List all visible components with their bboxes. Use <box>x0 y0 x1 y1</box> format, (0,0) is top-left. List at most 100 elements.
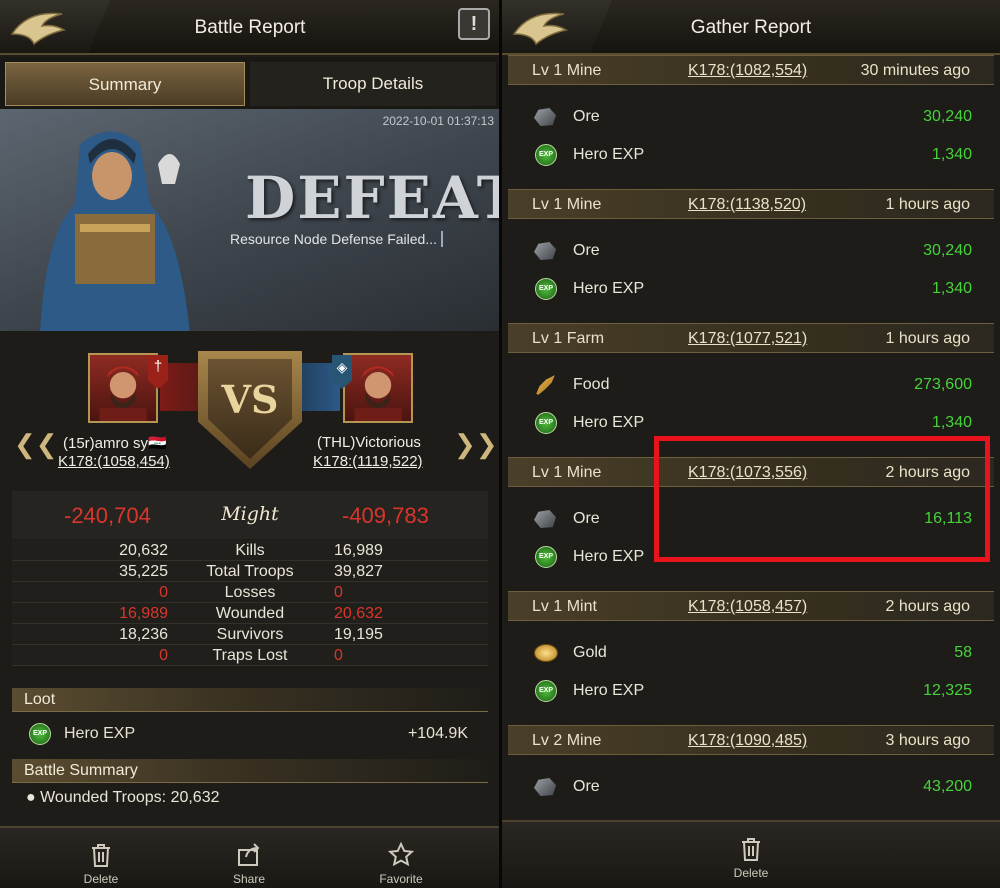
resource-row: Ore 30,240 <box>508 100 994 134</box>
alert-icon[interactable]: ! <box>458 8 490 40</box>
report-header[interactable]: Lv 2 Mine K178:(1090,485) 3 hours ago <box>508 725 994 755</box>
hero-exp-icon: EXP <box>535 546 557 568</box>
report-coords-link[interactable]: K178:(1090,485) <box>688 732 807 750</box>
report-time: 30 minutes ago <box>860 62 970 79</box>
battle-report-footer: Delete Share Favorite <box>0 826 500 888</box>
stat-row: 16,989 Wounded 20,632 <box>12 603 488 624</box>
delete-button[interactable]: Delete <box>716 836 786 880</box>
stat-label: Losses <box>224 584 276 601</box>
report-header[interactable]: Lv 1 Mine K178:(1138,520) 1 hours ago <box>508 189 994 219</box>
report-level: Lv 1 Mint <box>532 598 597 615</box>
chevron-left-icon[interactable]: ❮❮ <box>14 429 58 460</box>
stat-label: Traps Lost <box>212 647 288 664</box>
resource-name: Hero EXP <box>573 146 645 163</box>
battle-report-panel: Battle Report ! Summary Troop Details 20… <box>0 0 500 888</box>
summary-line-text: Wounded Troops: 20,632 <box>40 789 220 806</box>
report-coords-link[interactable]: K178:(1058,457) <box>688 598 807 616</box>
gold-icon <box>534 642 558 664</box>
report-tabs: Summary Troop Details <box>0 57 500 109</box>
vs-label: VS <box>221 377 279 422</box>
favorite-label: Favorite <box>379 872 423 886</box>
resource-row: Ore 30,240 <box>508 234 994 268</box>
trash-icon <box>92 844 110 867</box>
result-title: DEFEAT <box>245 164 500 232</box>
report-level: Lv 1 Mine <box>532 62 602 79</box>
trash-icon <box>742 838 760 861</box>
tab-summary[interactable]: Summary <box>5 62 245 106</box>
resource-row: Gold 58 <box>508 636 994 670</box>
resource-row: EXP Hero EXP 1,340 <box>508 272 994 306</box>
share-button[interactable]: Share <box>214 842 284 886</box>
versus-section: † ◈ VS ❮❮ ❯❯ (15r)amro sy🇮🇶 K178:(1058,4… <box>0 331 500 491</box>
stat-right-value: 0 <box>334 584 343 601</box>
report-time: 1 hours ago <box>885 330 970 347</box>
stat-label: Total Troops <box>206 563 294 580</box>
page-title: Battle Report <box>194 17 306 38</box>
delete-label: Delete <box>733 866 769 880</box>
resource-quantity: 1,340 <box>931 414 972 431</box>
attacker-name: (15r)amro sy🇮🇶 <box>63 435 167 452</box>
defender-name: (THL)Victorious <box>317 434 421 451</box>
gather-report-panel: Gather Report Lv 1 Mine K178:(1082,554) 30… <box>502 0 1000 888</box>
report-coords-link[interactable]: K178:(1082,554) <box>688 62 807 80</box>
hero-exp-icon: EXP <box>535 412 557 434</box>
page-title: Gather Report <box>690 17 812 38</box>
report-coords-link[interactable]: K178:(1138,520) <box>688 196 806 214</box>
report-level: Lv 1 Mine <box>532 196 602 213</box>
loot-header: Loot <box>12 688 488 712</box>
attacker-coords-link[interactable]: K178:(1058,454) <box>58 453 170 470</box>
resource-row: EXP Hero EXP 1,340 <box>508 138 994 172</box>
chevron-right-icon[interactable]: ❯❯ <box>454 429 498 460</box>
resource-quantity: 30,240 <box>923 242 972 259</box>
resource-row: Food 273,600 <box>508 368 994 402</box>
resource-quantity: 12,325 <box>923 682 972 699</box>
summary-line: ● Wounded Troops: 20,632 <box>26 789 220 806</box>
loot-row: EXP Hero EXP +104.9K <box>12 716 488 752</box>
favorite-button[interactable]: Favorite <box>366 842 436 886</box>
loot-item-label: Hero EXP <box>64 725 136 742</box>
delete-button[interactable]: Delete <box>66 842 136 886</box>
stat-row: 35,225 Total Troops 39,827 <box>12 561 488 582</box>
defender-avatar[interactable] <box>343 353 413 423</box>
ore-icon <box>534 106 558 128</box>
resource-row: Ore 43,200 <box>508 770 994 804</box>
stat-row: 0 Losses 0 <box>12 582 488 603</box>
share-icon <box>238 843 260 866</box>
delete-label: Delete <box>83 872 119 886</box>
resource-name: Ore <box>573 778 600 795</box>
report-coords-link[interactable]: K178:(1077,521) <box>688 330 807 348</box>
stat-row: 18,236 Survivors 19,195 <box>12 624 488 645</box>
resource-name: Hero EXP <box>573 414 645 431</box>
resource-name: Ore <box>573 510 600 527</box>
defender-coords-link[interactable]: K178:(1119,522) <box>313 453 423 470</box>
report-header[interactable]: Lv 1 Mine K178:(1082,554) 30 minutes ago <box>508 55 994 85</box>
might-row: -240,704 Might -409,783 <box>12 491 488 539</box>
battle-stats-table: 20,632 Kills 16,989 35,225 Total Troops 39,82… <box>12 540 488 666</box>
stat-label: Wounded <box>215 605 285 622</box>
stat-right-value: 39,827 <box>334 563 383 580</box>
report-header[interactable]: Lv 1 Mint K178:(1058,457) 2 hours ago <box>508 591 994 621</box>
report-level: Lv 1 Mine <box>532 464 602 481</box>
defender-might: -409,783 <box>342 503 429 528</box>
resource-name: Hero EXP <box>573 280 645 297</box>
resource-quantity: 1,340 <box>931 280 972 297</box>
gather-report-header: Gather Report <box>502 0 1000 55</box>
report-time: 1 hours ago <box>885 196 970 213</box>
stat-right-value: 16,989 <box>334 542 383 559</box>
tab-troop-details[interactable]: Troop Details <box>250 62 496 106</box>
report-time: 2 hours ago <box>885 598 970 615</box>
report-header[interactable]: Lv 1 Farm K178:(1077,521) 1 hours ago <box>508 323 994 353</box>
stat-right-value: 20,632 <box>334 605 383 622</box>
battle-report-header: Battle Report ! <box>0 0 500 55</box>
report-level: Lv 2 Mine <box>532 732 602 749</box>
resource-name: Ore <box>573 108 600 125</box>
hero-exp-icon: EXP <box>535 278 557 300</box>
resource-name: Food <box>573 376 610 393</box>
loot-item-value: +104.9K <box>407 725 468 742</box>
attacker-avatar[interactable] <box>88 353 158 423</box>
gather-report-footer: Delete <box>502 820 1000 888</box>
hero-illustration-icon <box>40 131 190 331</box>
stat-row: 0 Traps Lost 0 <box>12 645 488 666</box>
result-subtitle: Resource Node Defense Failed... <box>230 231 443 247</box>
ore-icon <box>534 508 558 530</box>
